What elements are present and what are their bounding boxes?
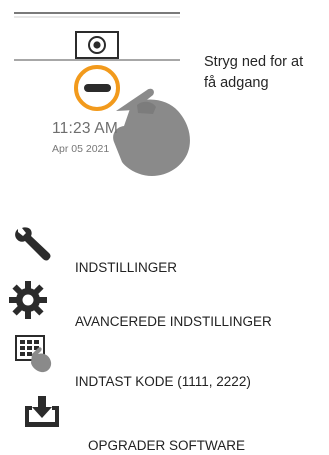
swipe-handle-icon: [74, 65, 120, 111]
pointing-hand-icon: [113, 88, 190, 176]
download-tray-icon: [25, 396, 59, 427]
gear-icon: [9, 281, 47, 319]
menu-item-upgrade-software[interactable]: OPGRADER SOFTWARE: [0, 394, 329, 453]
swipe-hint: Stryg ned for at få adgang: [204, 52, 324, 94]
keypad-hand-icon: [15, 335, 52, 373]
swipe-hint-line-1: Stryg ned for at: [204, 54, 304, 70]
menu-item-advanced-settings[interactable]: AVANCEREDE INDSTILLINGER: [0, 278, 329, 329]
swipe-illustration: [14, 12, 190, 176]
clock-time: 11:23 AM: [52, 120, 118, 137]
camera-icon: [75, 31, 119, 59]
wrench-icon: [15, 227, 51, 261]
menu-item-enter-code-label: INDTAST KODE (1111, 2222): [75, 374, 251, 389]
swipe-hint-line-2: få adgang: [204, 75, 269, 91]
menu-item-enter-code[interactable]: INDTAST KODE (1111, 2222): [0, 334, 329, 389]
clock-date: Apr 05 2021: [52, 143, 110, 155]
menu-item-upgrade-software-label: OPGRADER SOFTWARE: [88, 438, 246, 453]
menu-item-advanced-settings-label: AVANCEREDE INDSTILLINGER: [75, 314, 272, 329]
menu-item-settings[interactable]: INDSTILLINGER: [0, 222, 329, 275]
menu-item-settings-label: INDSTILLINGER: [75, 260, 178, 275]
